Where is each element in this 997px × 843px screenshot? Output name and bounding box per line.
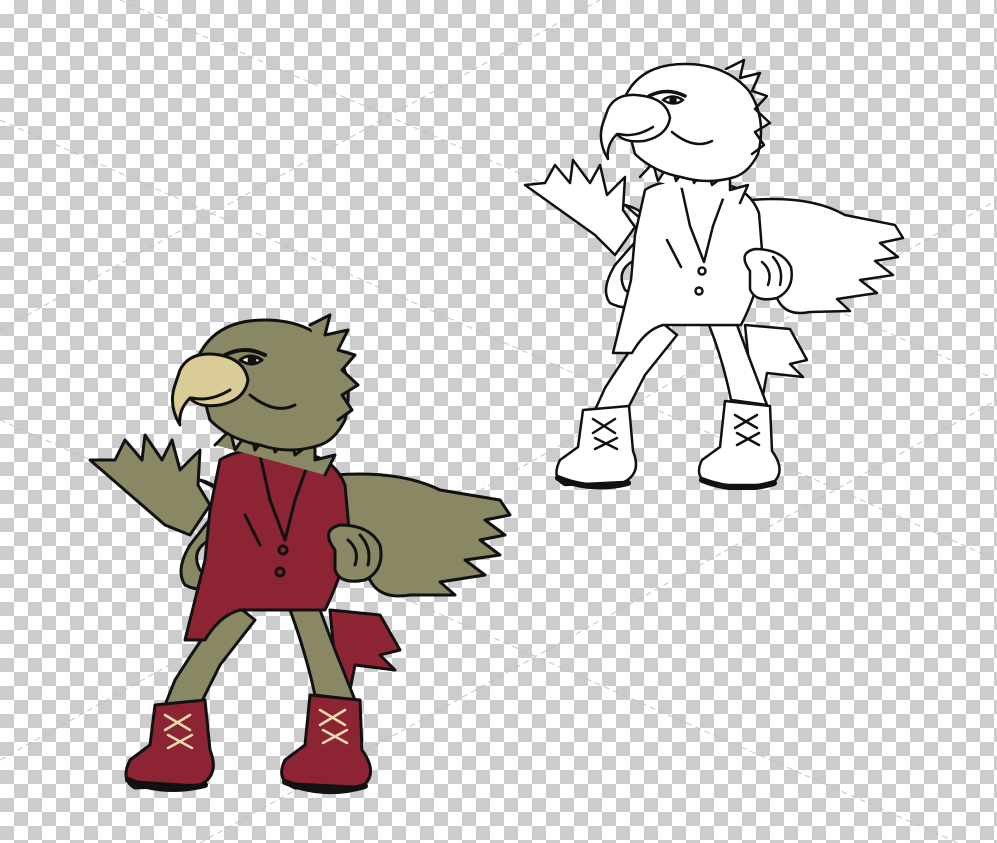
transparent-checkerboard-canvas bbox=[0, 0, 997, 843]
vest bbox=[183, 448, 352, 642]
left-wing bbox=[88, 433, 212, 537]
eagle-mascot-color-icon bbox=[88, 313, 512, 795]
eagle-mascot-outline-icon bbox=[523, 58, 905, 490]
left-boot bbox=[124, 698, 215, 790]
